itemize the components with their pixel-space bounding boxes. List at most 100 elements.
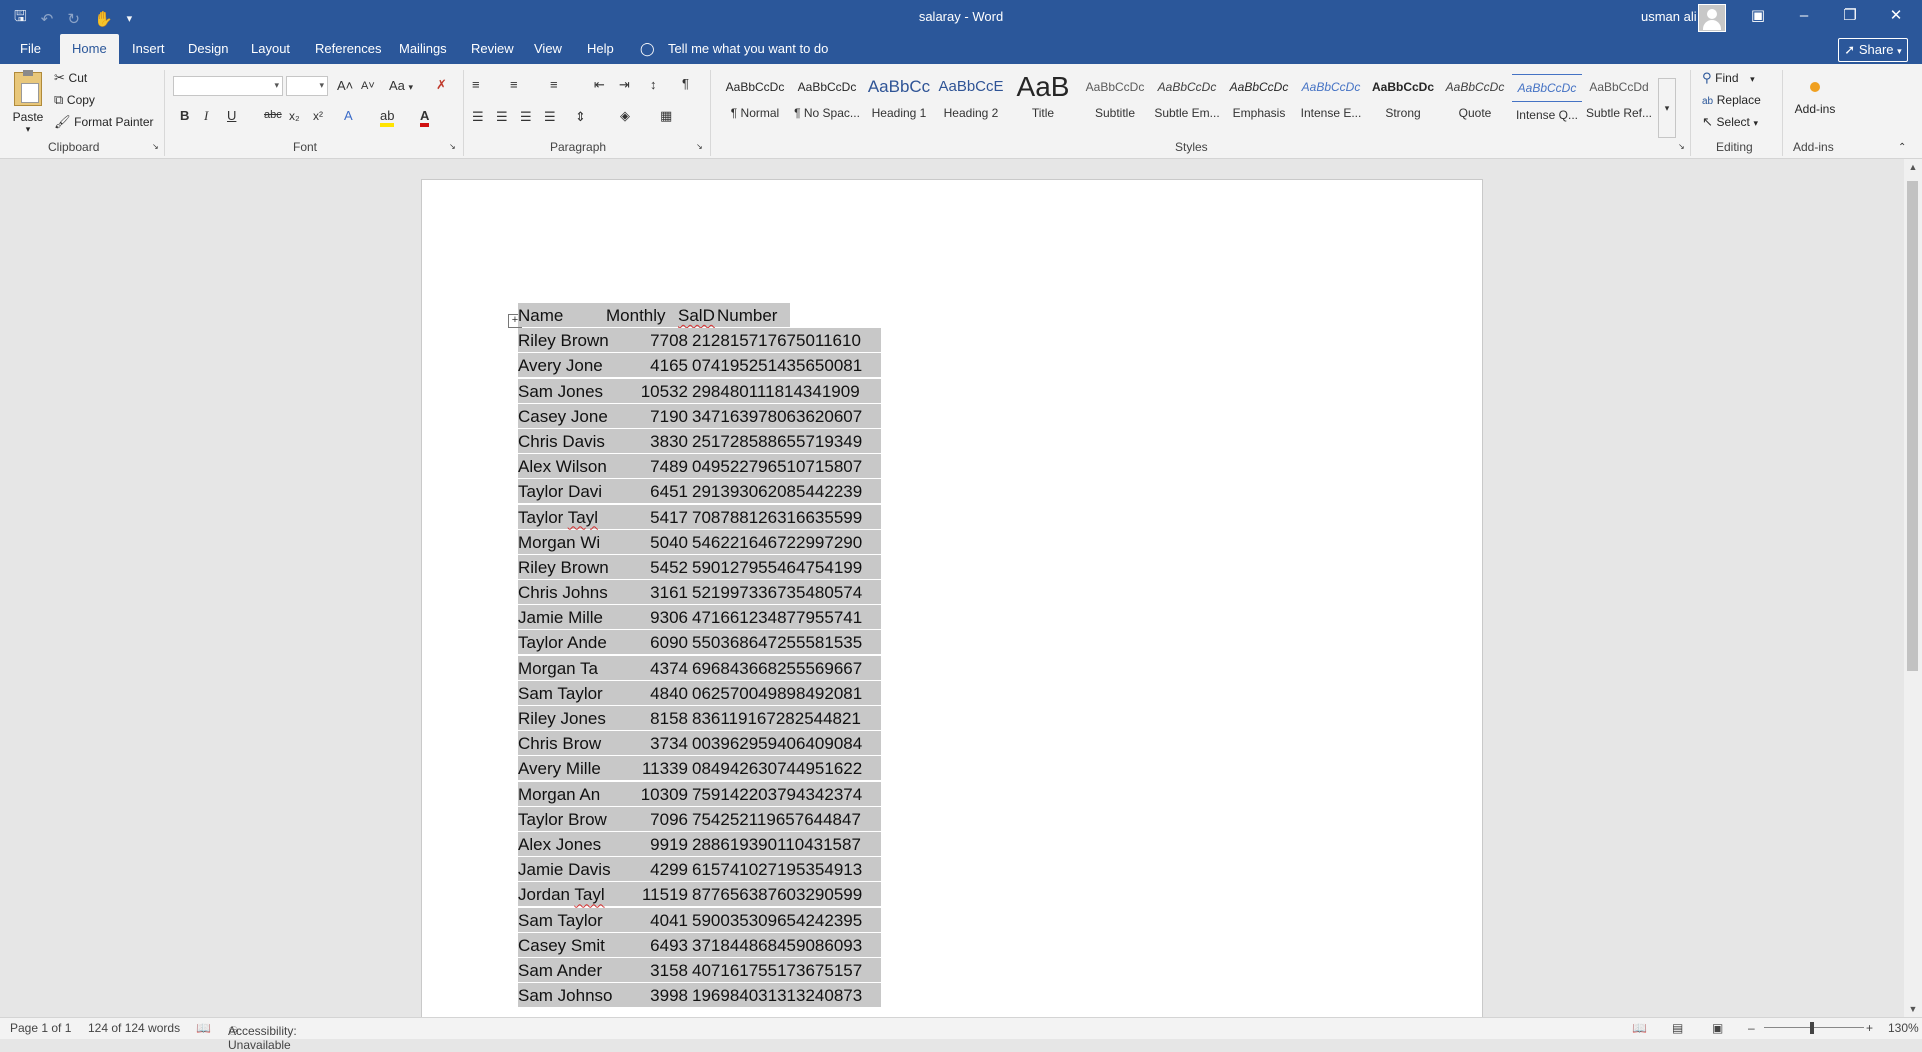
style-no-spac[interactable]: AaBbCcDc ¶ No Spac... (792, 74, 862, 130)
table-row[interactable]: Chris Brow 3734 003962959406409084 (518, 731, 883, 757)
grow-font-icon[interactable]: A˄ (337, 78, 353, 93)
table-row[interactable]: Riley Jones 8158 836119167282544821 (518, 706, 883, 731)
justify-icon[interactable]: ☰ (544, 109, 556, 125)
increase-indent-icon[interactable]: ⇥ (619, 77, 630, 93)
table-row[interactable]: Jamie Davis 4299 615741027195354913 (518, 857, 883, 883)
ribbon-display-options-icon[interactable]: ▣ (1735, 0, 1781, 32)
table-row[interactable]: Jamie Mille 9306 471661234877955741 (518, 605, 883, 631)
table-row[interactable]: Casey Smit 6493 371844868459086093 (518, 932, 883, 958)
find-button[interactable]: ⚲ Find ▾ (1702, 70, 1755, 86)
style-subtitle[interactable]: AaBbCcDc Subtitle (1080, 74, 1150, 130)
replace-button[interactable]: ab Replace (1702, 92, 1761, 107)
italic-button[interactable]: I (204, 108, 208, 124)
style-intense-e[interactable]: AaBbCcDc Intense E... (1296, 74, 1366, 130)
style-heading-1[interactable]: AaBbCc Heading 1 (864, 74, 934, 130)
scroll-down-icon[interactable]: ▼ (1904, 1001, 1922, 1017)
tab-insert[interactable]: Insert (132, 34, 165, 64)
line-spacing-icon[interactable]: ⇕ (575, 109, 586, 125)
cut-button[interactable]: ✂ Cut (54, 70, 87, 86)
tab-references[interactable]: References (315, 34, 381, 64)
zoom-level[interactable]: 130% (1888, 1021, 1919, 1035)
font-launcher-icon[interactable]: ↘ (449, 142, 456, 151)
tab-home[interactable]: Home (60, 34, 119, 64)
zoom-slider-thumb[interactable] (1810, 1022, 1814, 1034)
table-row[interactable]: Sam Taylor 4041 590035309654242395 (518, 907, 883, 933)
font-name-box[interactable]: ▾ (173, 76, 283, 96)
align-right-icon[interactable]: ☰ (520, 109, 532, 125)
table-row[interactable]: Morgan Wi 5040 546221646722997290 (518, 529, 883, 555)
align-center-icon[interactable]: ☰ (496, 109, 508, 125)
table-row[interactable]: Avery Mille 11339 084942630744951622 (518, 756, 883, 782)
table-row[interactable]: Chris Davis 3830 251728588655719349 (518, 428, 883, 454)
page[interactable]: + Name Monthly SalD Number Riley Brown 77… (421, 179, 1483, 1017)
style-subtle-ref[interactable]: AaBbCcDd Subtle Ref... (1584, 74, 1654, 130)
user-name[interactable]: usman ali (1641, 9, 1697, 24)
pilcrow-icon[interactable]: ¶ (682, 76, 689, 91)
tab-design[interactable]: Design (188, 34, 228, 64)
table-header-row[interactable]: Name Monthly SalD Number (518, 303, 881, 328)
table-row[interactable]: Taylor Davi 6451 291393062085442239 (518, 479, 883, 505)
shading-icon[interactable]: ◈ (620, 108, 630, 124)
tab-review[interactable]: Review (471, 34, 514, 64)
vertical-scrollbar[interactable]: ▲ ▼ (1904, 159, 1922, 1017)
tab-help[interactable]: Help (587, 34, 614, 64)
read-mode-icon[interactable]: 📖 (1632, 1021, 1647, 1035)
table-row[interactable]: Sam Ander 3158 407161755173675157 (518, 957, 883, 983)
tab-view[interactable]: View (534, 34, 562, 64)
style-normal[interactable]: AaBbCcDc ¶ Normal (720, 74, 790, 130)
style-subtle-em[interactable]: AaBbCcDc Subtle Em... (1152, 74, 1222, 130)
format-painter-button[interactable]: 🖌 Format Painter (54, 114, 154, 130)
zoom-in-icon[interactable]: + (1866, 1021, 1873, 1035)
close-icon[interactable]: ✕ (1873, 0, 1919, 32)
tell-me-search[interactable]: ◯ Tell me what you want to do (640, 34, 828, 64)
table-row[interactable]: Sam Johnso 3998 196984031313240873 (518, 983, 883, 1009)
zoom-slider[interactable] (1764, 1027, 1864, 1028)
print-layout-icon[interactable]: ▤ (1672, 1021, 1683, 1035)
paragraph-launcher-icon[interactable]: ↘ (696, 142, 703, 151)
bold-button[interactable]: B (180, 108, 189, 123)
table-row[interactable]: Taylor Ande 6090 550368647255581535 (518, 630, 883, 656)
align-left-icon[interactable]: ☰ (472, 109, 484, 125)
addins-button[interactable]: Add-ins (1790, 76, 1840, 116)
style-emphasis[interactable]: AaBbCcDc Emphasis (1224, 74, 1294, 130)
font-size-box[interactable]: ▾ (286, 76, 328, 96)
table-row[interactable]: Casey Jone 7190 347163978063620607 (518, 403, 883, 429)
multilevel-list-icon[interactable]: ≡ (550, 77, 558, 92)
style-strong[interactable]: AaBbCcDc Strong (1368, 74, 1438, 130)
table-row[interactable]: Taylor Tayl 5417 708788126316635599 (518, 504, 883, 530)
copy-button[interactable]: ⧉ Copy (54, 92, 95, 108)
highlight-color-icon[interactable]: ab (380, 108, 395, 127)
tab-layout[interactable]: Layout (251, 34, 290, 64)
collapse-ribbon-icon[interactable]: ⌃ (1898, 142, 1906, 153)
font-color-icon[interactable]: A (420, 108, 430, 127)
salary-table[interactable]: + Name Monthly SalD Number Riley Brown 77… (508, 303, 883, 1009)
borders-icon[interactable]: ▦ (660, 108, 672, 124)
page-count[interactable]: Page 1 of 1 (10, 1021, 71, 1035)
restore-icon[interactable]: ❐ (1827, 0, 1873, 32)
table-row[interactable]: Riley Brown 5452 590127955464754199 (518, 554, 883, 580)
shrink-font-icon[interactable]: A˅ (361, 80, 375, 92)
style-heading-2[interactable]: AaBbCcE Heading 2 (936, 74, 1006, 130)
scroll-up-icon[interactable]: ▲ (1904, 159, 1922, 175)
tab-mailings[interactable]: Mailings (399, 34, 447, 64)
style-quote[interactable]: AaBbCcDc Quote (1440, 74, 1510, 130)
strikethrough-button[interactable]: abc (264, 109, 282, 121)
table-row[interactable]: Alex Wilson 7489 049522796510715807 (518, 454, 883, 480)
superscript-button[interactable]: x² (313, 109, 323, 123)
subscript-button[interactable]: x₂ (289, 109, 300, 123)
style-intense-q[interactable]: AaBbCcDc Intense Q... (1512, 74, 1582, 130)
clipboard-launcher-icon[interactable]: ↘ (152, 142, 159, 151)
table-row[interactable]: Chris Johns 3161 521997336735480574 (518, 580, 883, 606)
document-area[interactable]: + Name Monthly SalD Number Riley Brown 77… (0, 159, 1904, 1017)
share-button[interactable]: ➚ Share ▾ (1838, 38, 1908, 62)
minimize-icon[interactable]: – (1781, 0, 1827, 32)
table-row[interactable]: Sam Taylor 4840 062570049898492081 (518, 680, 883, 706)
scroll-thumb[interactable] (1907, 181, 1918, 671)
table-row[interactable]: Jordan Tayl 11519 877656387603290599 (518, 882, 883, 908)
table-row[interactable]: Avery Jone 4165 074195251435650081 (518, 353, 883, 379)
style-title[interactable]: AaB Title (1008, 74, 1078, 130)
table-row[interactable]: Riley Brown 7708 212815717675011610 (518, 328, 883, 354)
numbering-icon[interactable]: ≡ (510, 77, 518, 92)
table-row[interactable]: Alex Jones 9919 288619390110431587 (518, 831, 883, 857)
text-effects-icon[interactable]: A (344, 108, 353, 123)
